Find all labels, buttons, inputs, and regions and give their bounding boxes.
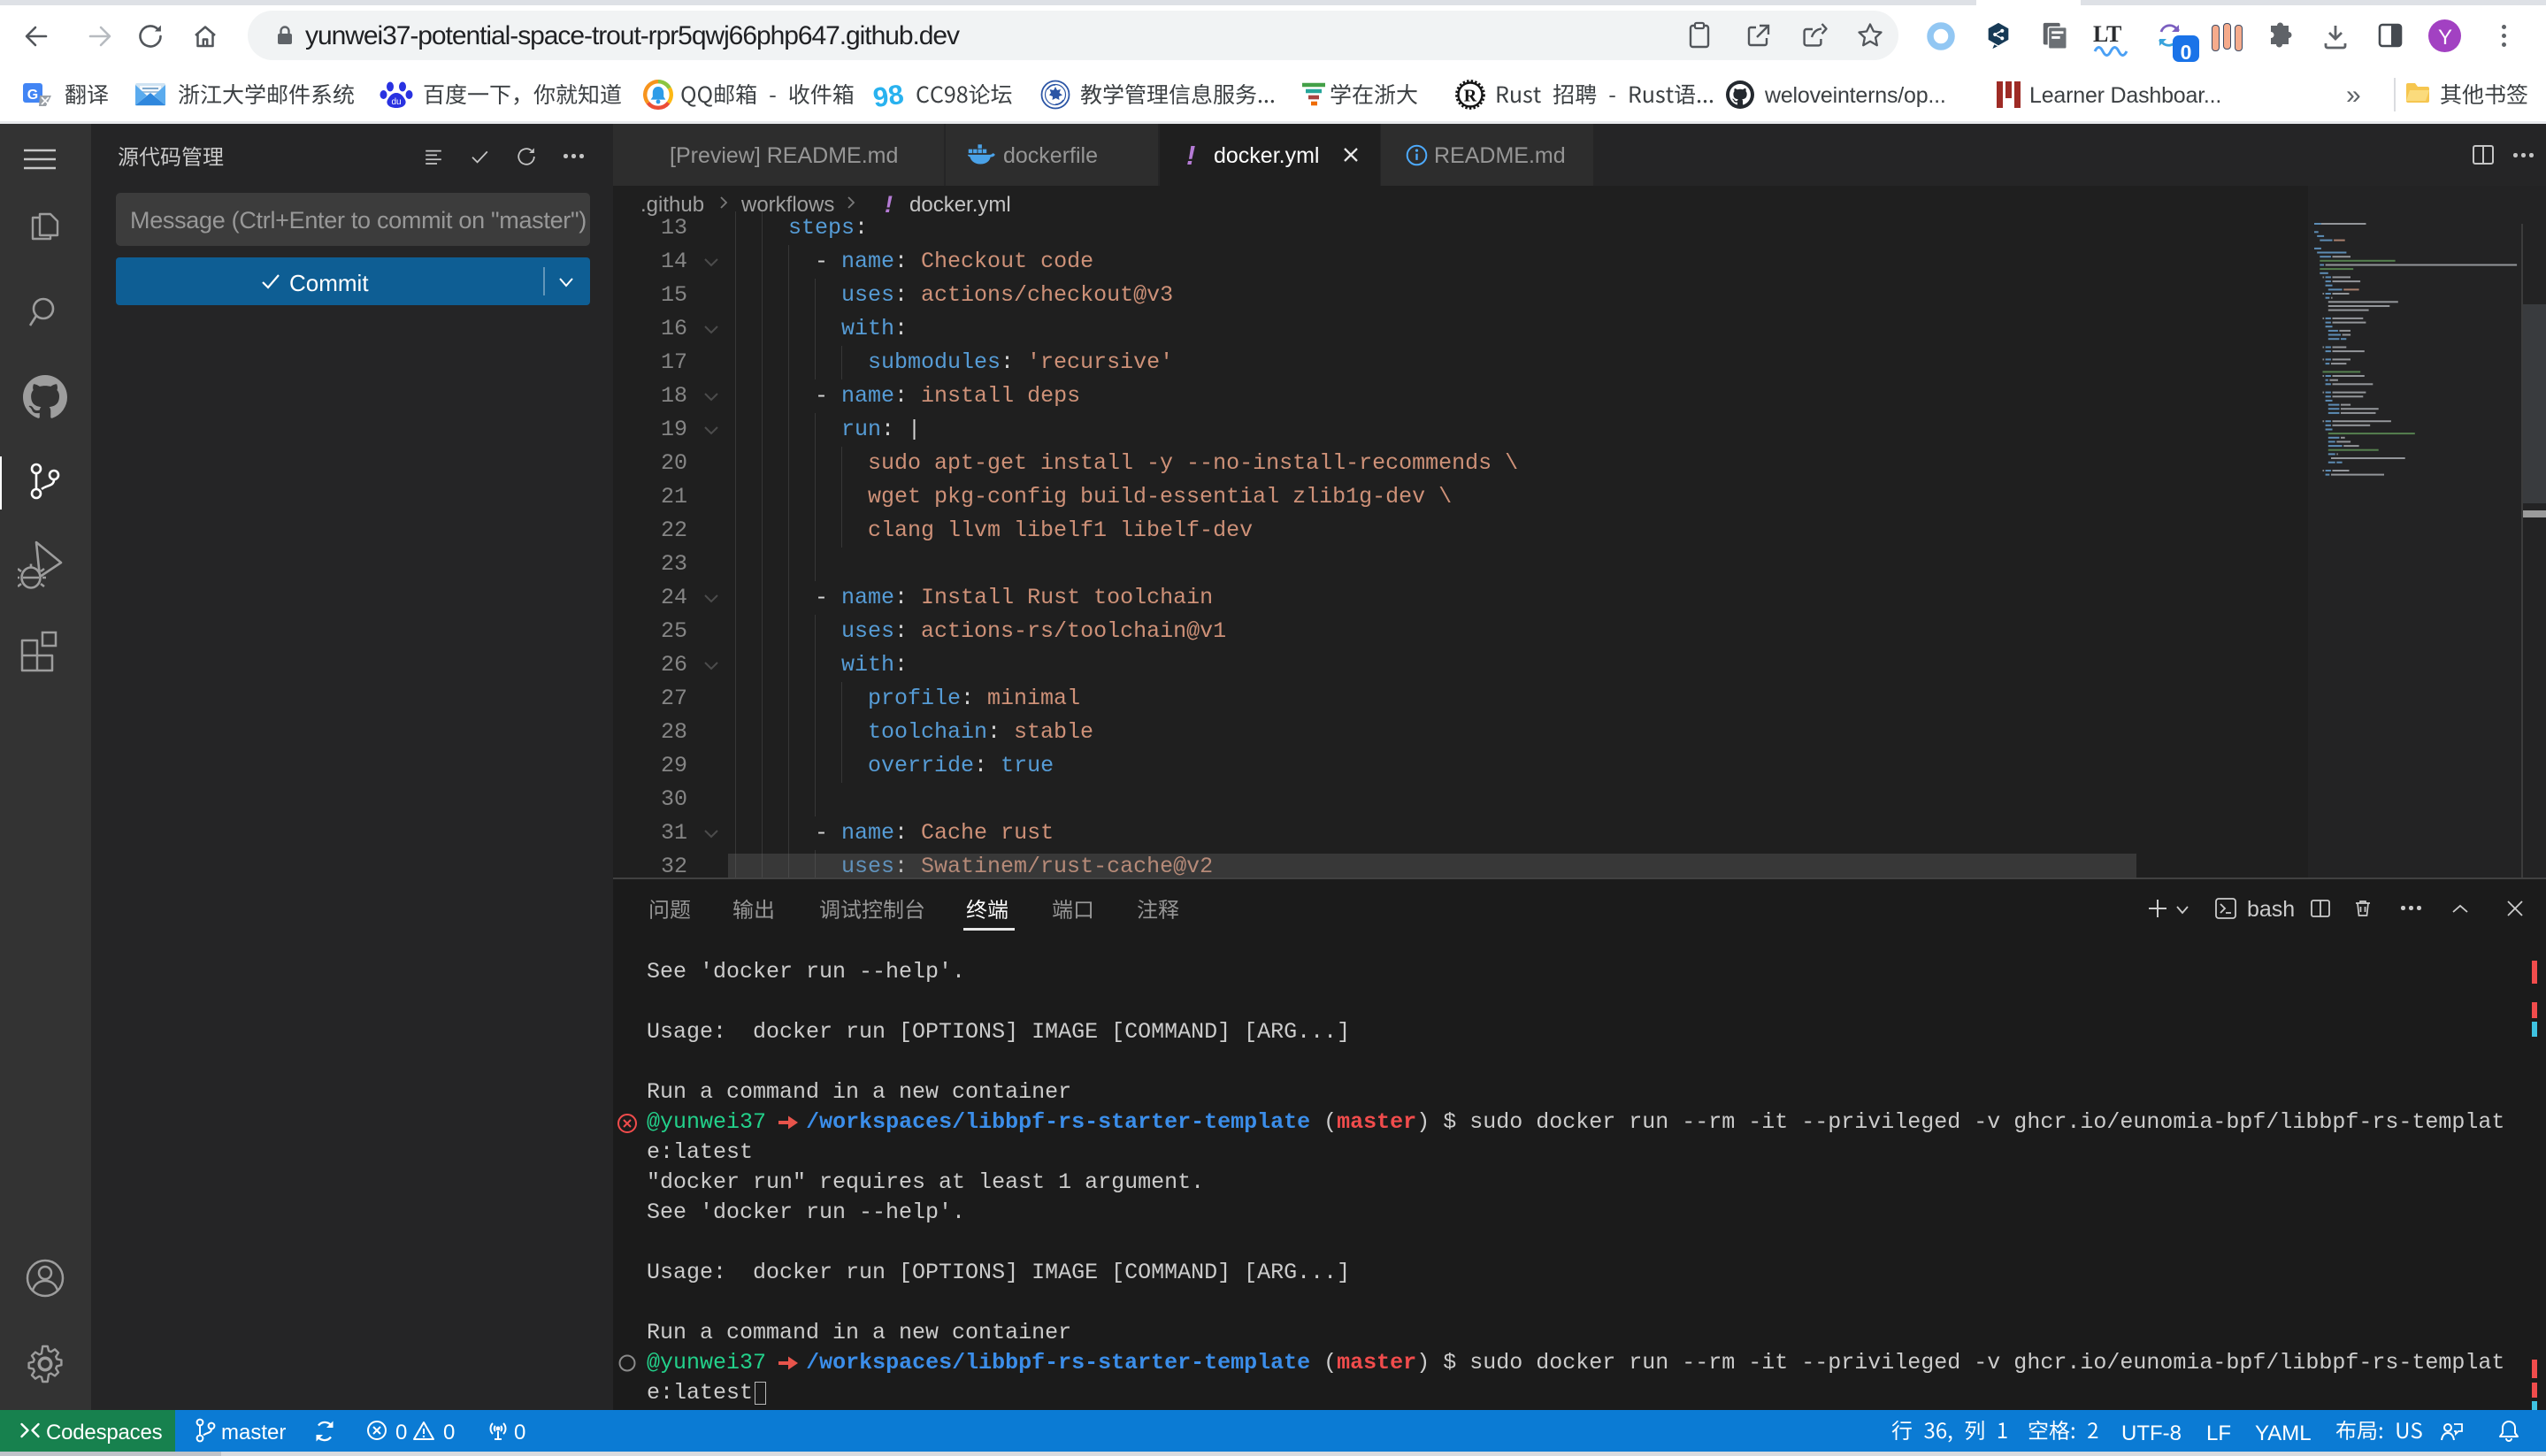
svg-text:98: 98 xyxy=(873,80,903,110)
svg-text:G: G xyxy=(27,88,38,103)
svg-text:R: R xyxy=(1464,87,1477,106)
svg-text:du: du xyxy=(391,97,401,107)
